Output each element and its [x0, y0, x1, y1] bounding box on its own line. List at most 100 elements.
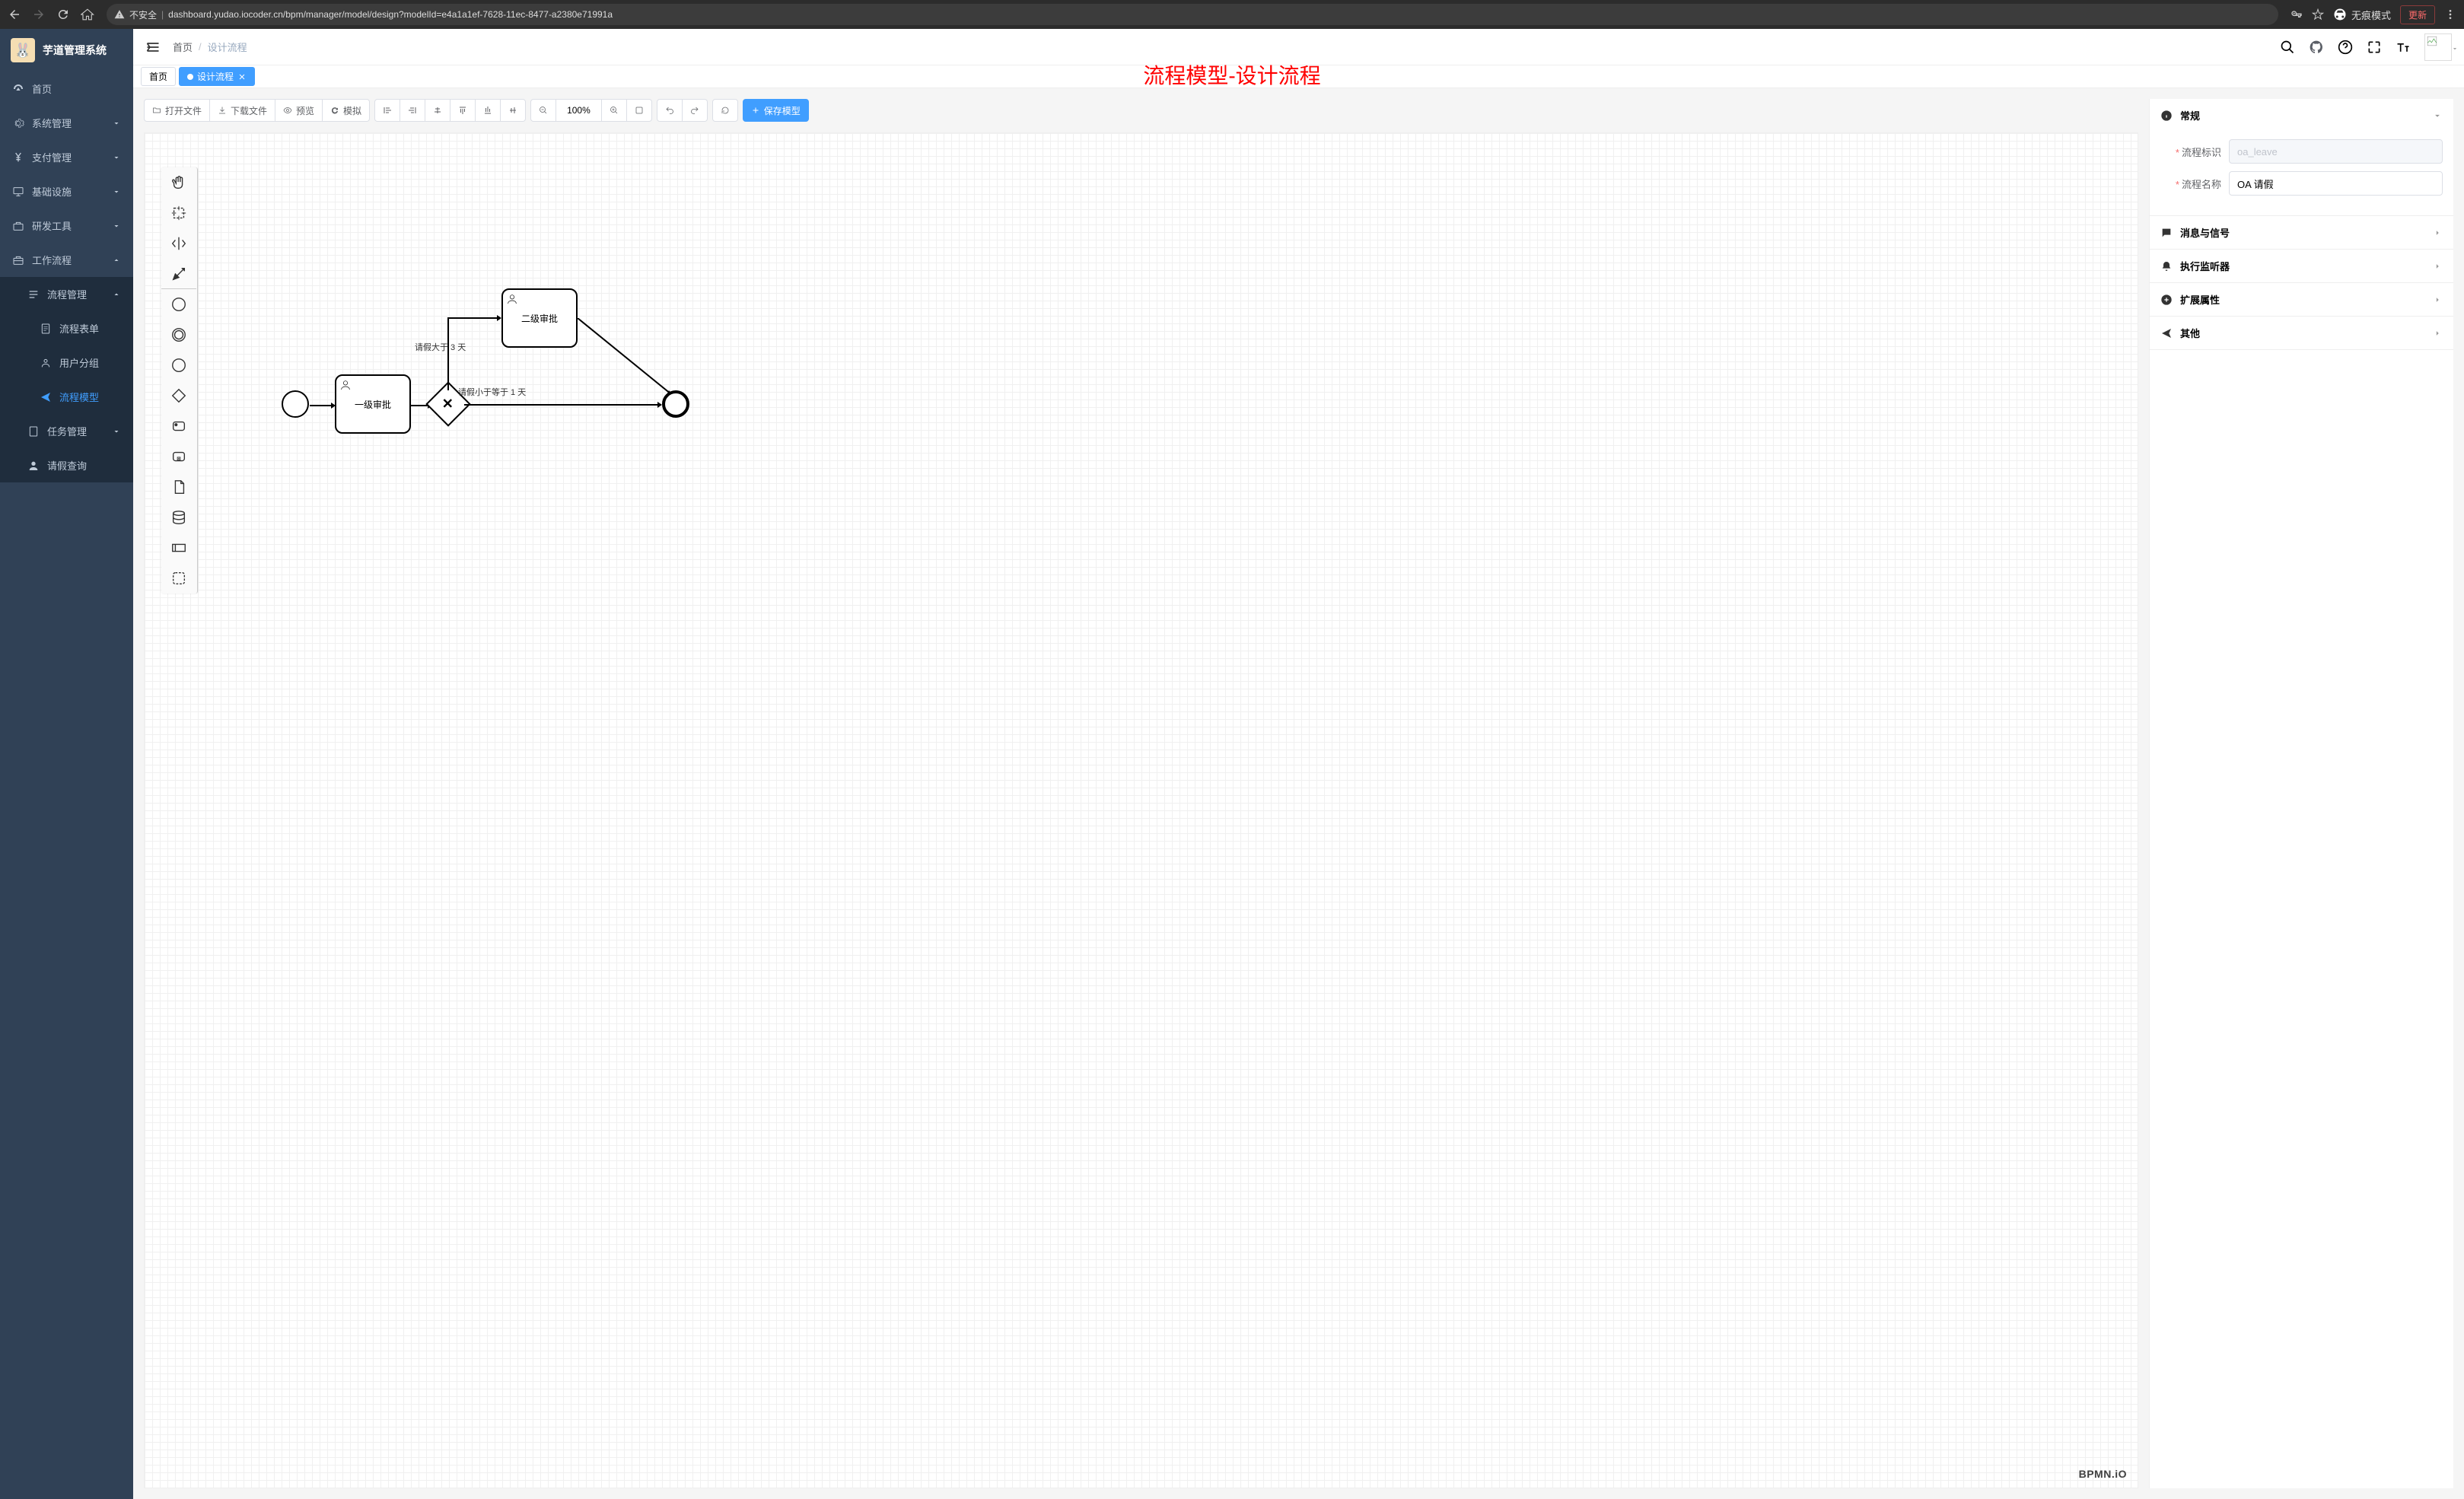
sidebar-title: 芋道管理系统 [43, 43, 107, 58]
key-icon[interactable] [2291, 8, 2303, 21]
bpmn-task-approval-1[interactable]: 一级审批 [335, 374, 411, 434]
zoom-reset-button[interactable] [627, 99, 652, 122]
start-event-tool[interactable] [161, 289, 196, 320]
props-other-header[interactable]: 其他 [2150, 317, 2453, 349]
subprocess-tool[interactable] [161, 441, 196, 472]
process-name-input[interactable] [2229, 171, 2443, 196]
forward-icon[interactable] [32, 8, 46, 21]
save-model-button[interactable]: 保存模型 [743, 99, 809, 122]
search-icon[interactable] [2280, 40, 2295, 55]
reset-icon [721, 106, 730, 115]
gear-icon [12, 117, 24, 129]
sidebar-item-form[interactable]: 流程表单 [0, 311, 133, 345]
help-icon[interactable] [2338, 40, 2353, 55]
bpmn-canvas[interactable]: 一级审批 ✕ 请假大于 3 天 二级审批 [145, 133, 2138, 1488]
open-file-button[interactable]: 打开文件 [144, 99, 210, 122]
github-icon[interactable] [2309, 40, 2324, 55]
dashboard-icon [12, 83, 24, 95]
align-center-h-button[interactable] [425, 99, 450, 122]
fullscreen-icon[interactable] [2367, 40, 2382, 55]
simulate-button[interactable]: 模拟 [323, 99, 370, 122]
zoom-level: 100% [556, 99, 601, 122]
props-extensions-header[interactable]: 扩展属性 [2150, 283, 2453, 316]
bpmn-start-event[interactable] [282, 390, 309, 418]
bpmn-end-event[interactable] [662, 390, 689, 418]
lasso-tool[interactable] [161, 198, 196, 228]
data-store-tool[interactable] [161, 502, 196, 533]
bpmn-watermark: BPMN.iO [2079, 1468, 2127, 1480]
insecure-label: 不安全 [129, 8, 157, 21]
zoom-out-button[interactable] [530, 99, 556, 122]
sidebar-item-task-mgmt[interactable]: 任务管理 [0, 414, 133, 448]
chevron-right-icon [2432, 294, 2443, 305]
undo-icon [665, 106, 674, 115]
space-tool[interactable] [161, 228, 196, 259]
close-icon[interactable] [237, 72, 247, 81]
sidebar-item-process-mgmt[interactable]: 流程管理 [0, 277, 133, 311]
reload-icon[interactable] [56, 8, 70, 21]
bpmn-sequence-flow[interactable] [310, 402, 336, 409]
avatar[interactable] [2424, 33, 2452, 61]
tab-design[interactable]: 设计流程 [179, 67, 255, 86]
star-icon[interactable] [2312, 8, 2324, 21]
props-messages-header[interactable]: 消息与信号 [2150, 216, 2453, 249]
font-size-icon[interactable] [2396, 40, 2411, 55]
chevron-down-icon [112, 427, 121, 436]
hamburger-icon[interactable] [145, 40, 161, 55]
chevron-down-icon [112, 221, 121, 231]
sidebar-item-home[interactable]: 首页 [0, 72, 133, 106]
redo-button[interactable] [683, 99, 708, 122]
hand-tool[interactable] [161, 167, 196, 198]
preview-button[interactable]: 预览 [275, 99, 323, 122]
bell-icon [2160, 260, 2173, 272]
menu-dots-icon[interactable] [2444, 8, 2456, 21]
align-bottom-button[interactable] [476, 99, 501, 122]
download-file-button[interactable]: 下载文件 [210, 99, 275, 122]
sidebar-item-pay[interactable]: 支付管理 [0, 140, 133, 174]
start-event-icon [170, 296, 187, 313]
props-general-header[interactable]: 常规 [2150, 99, 2453, 132]
align-top-icon [458, 106, 467, 115]
sidebar-item-system[interactable]: 系统管理 [0, 106, 133, 140]
zoom-in-button[interactable] [601, 99, 627, 122]
undo-button[interactable] [657, 99, 683, 122]
reset-button[interactable] [712, 99, 738, 122]
url-text: dashboard.yudao.iocoder.cn/bpm/manager/m… [168, 9, 613, 20]
update-button[interactable]: 更新 [2400, 5, 2435, 24]
task-tool[interactable] [161, 411, 196, 441]
tab-home[interactable]: 首页 [141, 67, 176, 86]
bpmn-sequence-flow[interactable] [578, 318, 676, 402]
sidebar-item-process-model[interactable]: 流程模型 [0, 380, 133, 414]
back-icon[interactable] [8, 8, 21, 21]
sidebar-item-user-group[interactable]: 用户分组 [0, 345, 133, 380]
end-event-tool[interactable] [161, 350, 196, 380]
breadcrumb: 首页 / 设计流程 [173, 40, 247, 54]
gateway-tool[interactable] [161, 380, 196, 411]
sidebar-item-leave-query[interactable]: 请假查询 [0, 448, 133, 482]
align-left-button[interactable] [374, 99, 400, 122]
intermediate-event-tool[interactable] [161, 320, 196, 350]
align-top-button[interactable] [450, 99, 476, 122]
end-event-icon [170, 357, 187, 374]
props-listeners-header[interactable]: 执行监听器 [2150, 250, 2453, 282]
bpmn-sequence-flow[interactable] [464, 400, 662, 409]
logo: 🐰 [11, 38, 35, 62]
sidebar-item-infra[interactable]: 基础设施 [0, 174, 133, 208]
align-right-button[interactable] [400, 99, 425, 122]
sidebar-item-workflow[interactable]: 工作流程 [0, 243, 133, 277]
participant-tool[interactable] [161, 533, 196, 563]
align-center-v-button[interactable] [501, 99, 526, 122]
connect-tool[interactable] [161, 259, 196, 289]
user-task-icon [339, 379, 352, 391]
breadcrumb-home[interactable]: 首页 [173, 40, 193, 54]
send-icon [2160, 327, 2173, 339]
send-icon [40, 391, 52, 403]
bpmn-task-approval-2[interactable]: 二级审批 [501, 288, 578, 348]
main-area: 首页 / 设计流程 流程模型-设计流程 首页 设计流程 [133, 29, 2464, 1499]
home-icon[interactable] [81, 8, 94, 21]
participant-icon [170, 539, 187, 556]
url-bar[interactable]: 不安全 | dashboard.yudao.iocoder.cn/bpm/man… [107, 4, 2278, 25]
sidebar-item-dev[interactable]: 研发工具 [0, 208, 133, 243]
data-object-tool[interactable] [161, 472, 196, 502]
group-tool[interactable] [161, 563, 196, 594]
